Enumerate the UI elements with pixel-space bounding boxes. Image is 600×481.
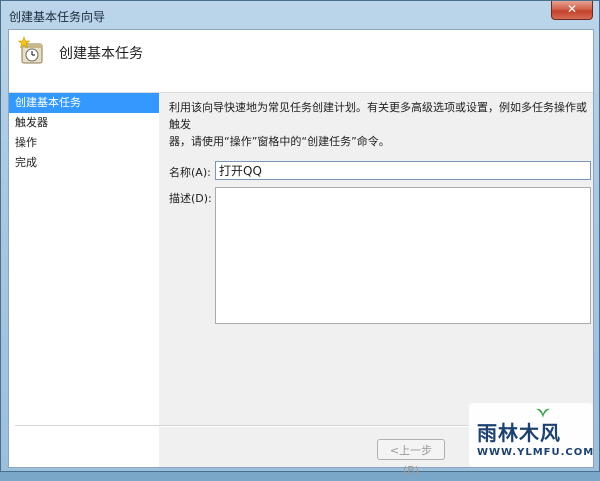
watermark-url: WWW.YLMFU.COM (477, 447, 595, 458)
name-label: 名称(A): (169, 166, 211, 179)
close-icon: ✕ (566, 2, 578, 16)
description-line-2: 器，请使用“操作”窗格中的“创建任务”命令。 (169, 135, 390, 148)
close-button[interactable]: ✕ (551, 1, 593, 20)
wizard-steps-sidebar: 创建基本任务 触发器 操作 完成 (9, 93, 159, 467)
wizard-window: 创建基本任务向导 ✕ 创建基本任务 创建基本任务 触发器 操作 完成 利用该向导… (0, 0, 600, 477)
step-item-create-basic-task[interactable]: 创建基本任务 (9, 93, 159, 113)
step-item-finish[interactable]: 完成 (9, 153, 159, 173)
description-label: 描述(D): (169, 192, 212, 205)
description-line-1: 利用该向导快速地为常见任务创建计划。有关更多高级选项或设置，例如多任务操作或触发 (169, 101, 587, 131)
wizard-header: 创建基本任务 (9, 30, 593, 93)
watermark-logo: 雨林木风 WWW.YLMFU.COM (469, 403, 593, 467)
step-item-trigger[interactable]: 触发器 (9, 113, 159, 133)
task-description-textarea[interactable] (215, 187, 591, 324)
page-title: 创建基本任务 (59, 46, 143, 62)
title-bar[interactable]: 创建基本任务向导 ✕ (1, 1, 599, 29)
step-item-action[interactable]: 操作 (9, 133, 159, 153)
task-name-input[interactable] (215, 161, 591, 180)
back-button[interactable]: <上一步(B) (377, 439, 445, 477)
description-text: 利用该向导快速地为常见任务创建计划。有关更多高级选项或设置，例如多任务操作或触发… (169, 99, 589, 150)
watermark-brand: 雨林木风 (477, 421, 561, 445)
task-scheduler-clock-icon (17, 36, 43, 64)
window-title: 创建基本任务向导 (9, 10, 106, 24)
